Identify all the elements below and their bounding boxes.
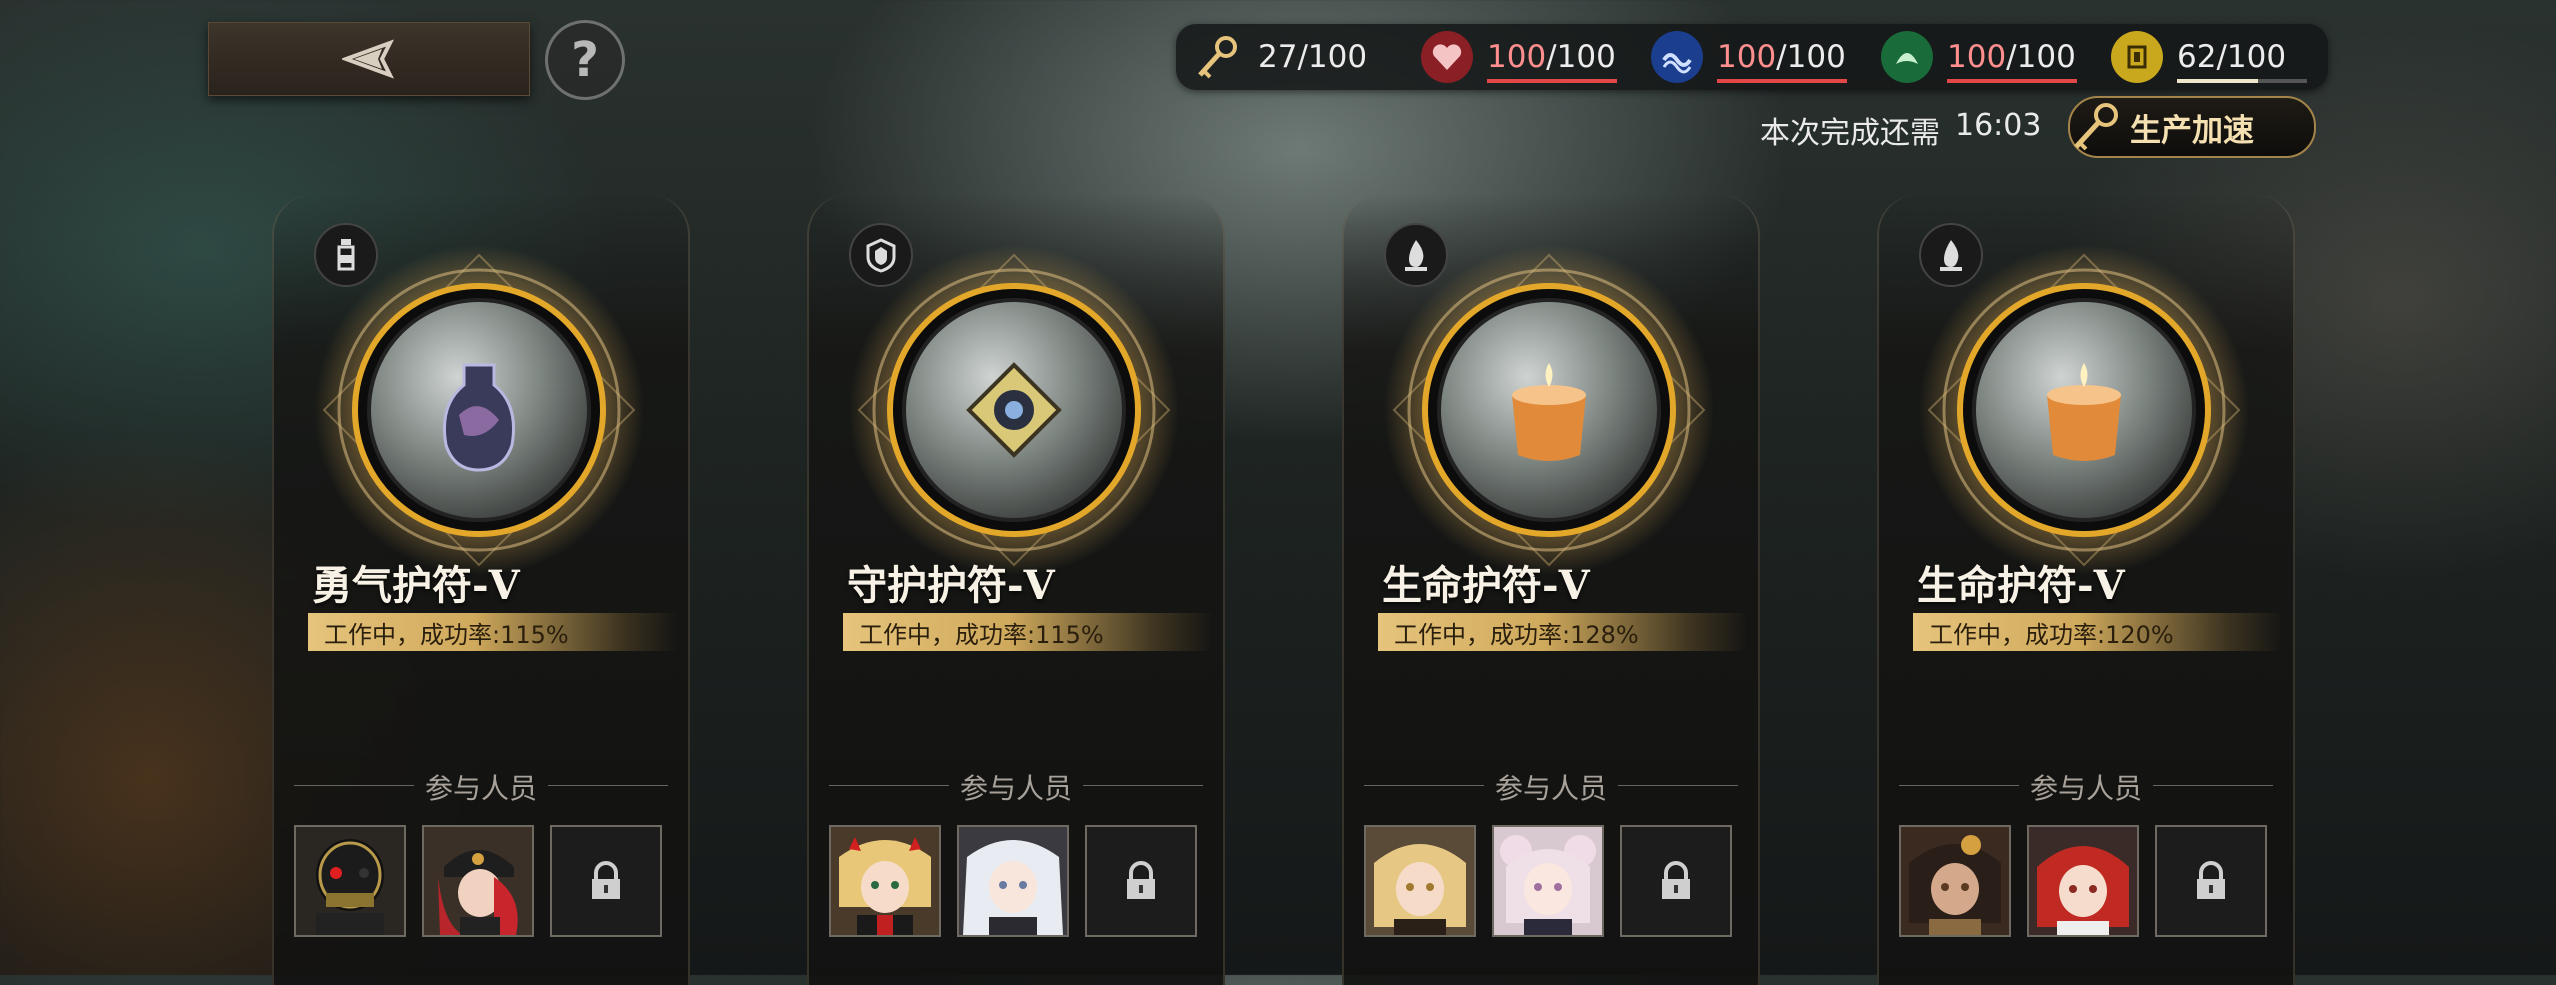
help-button[interactable]: ? <box>545 20 625 100</box>
key-icon <box>1192 31 1244 83</box>
question-icon: ? <box>571 32 599 88</box>
status-bar: 工作中，成功率:115% <box>843 613 1213 651</box>
status-bar: 工作中，成功率:115% <box>308 613 678 651</box>
yellow-current: 62 <box>2177 39 2217 75</box>
yellow-block-icon <box>2111 31 2163 83</box>
resource-yellow: 62/100 <box>2111 24 2307 90</box>
participants-label: 参与人员 <box>1364 767 1738 807</box>
participant-slots <box>1899 825 2267 937</box>
production-card-4[interactable]: 生命护符-Ⅴ 工作中，成功率:120% 参与人员 <box>1877 195 2295 985</box>
lock-icon <box>592 861 620 899</box>
participant-avatar[interactable] <box>422 825 534 937</box>
keys-value: 27/100 <box>1258 39 1368 75</box>
lock-icon <box>1127 861 1155 899</box>
participant-slots <box>294 825 662 937</box>
lock-icon <box>2197 861 2225 899</box>
back-arrow-icon <box>342 39 395 79</box>
production-card-1[interactable]: 勇气护符-Ⅴ 工作中，成功率:115% 参与人员 <box>272 195 690 985</box>
blue-current: 100 <box>1717 39 1777 75</box>
amulet-orb <box>314 245 644 575</box>
resource-blue: 100/100 <box>1651 24 1847 90</box>
card-title: 勇气护符-Ⅴ <box>312 562 520 609</box>
red-heart-icon <box>1421 31 1473 83</box>
card-title: 守护护符-Ⅴ <box>847 562 1055 609</box>
production-card-3[interactable]: 生命护符-Ⅴ 工作中，成功率:128% 参与人员 <box>1342 195 1760 985</box>
key-icon <box>2074 103 2118 151</box>
participant-slots <box>829 825 1197 937</box>
red-progress-bar <box>1487 79 1617 83</box>
finish-time-label: 本次完成还需 <box>1760 116 1940 151</box>
amulet-orb <box>849 245 1179 575</box>
participant-slots <box>1364 825 1732 937</box>
yellow-resource-value: 62/100 <box>2177 39 2307 83</box>
finish-time-value: 16:03 <box>1955 108 2042 143</box>
red-current: 100 <box>1487 39 1547 75</box>
green-max: /100 <box>2006 39 2076 75</box>
resource-red: 100/100 <box>1421 24 1617 90</box>
amulet-orb <box>1919 245 2249 575</box>
production-card-2[interactable]: 守护护符-Ⅴ 工作中，成功率:115% 参与人员 <box>807 195 1225 985</box>
locked-slot[interactable] <box>2155 825 2267 937</box>
blue-resource-value: 100/100 <box>1717 39 1847 83</box>
locked-slot[interactable] <box>550 825 662 937</box>
green-progress-bar <box>1947 79 2077 83</box>
participant-avatar[interactable] <box>1899 825 2011 937</box>
participants-label: 参与人员 <box>829 767 1203 807</box>
locked-slot[interactable] <box>1085 825 1197 937</box>
amulet-orb <box>1384 245 1714 575</box>
red-resource-value: 100/100 <box>1487 39 1617 83</box>
participant-avatar[interactable] <box>1364 825 1476 937</box>
participant-avatar[interactable] <box>829 825 941 937</box>
participants-label: 参与人员 <box>294 767 668 807</box>
back-button[interactable] <box>208 22 530 96</box>
production-speedup-button[interactable]: 生产加速 <box>2068 96 2316 158</box>
red-max: /100 <box>1546 39 1616 75</box>
card-title: 生命护符-Ⅴ <box>1917 562 2125 609</box>
locked-slot[interactable] <box>1620 825 1732 937</box>
participant-avatar[interactable] <box>2027 825 2139 937</box>
status-bar: 工作中，成功率:120% <box>1913 613 2283 651</box>
blue-progress-bar <box>1717 79 1847 83</box>
blue-max: /100 <box>1776 39 1846 75</box>
green-current: 100 <box>1947 39 2007 75</box>
resource-keys: 27/100 <box>1192 24 1367 90</box>
green-resource-value: 100/100 <box>1947 39 2077 83</box>
participants-label: 参与人员 <box>1899 767 2273 807</box>
resource-bar: 27/100 100/100 100/100 100/100 62/100 <box>1176 24 2328 90</box>
participant-avatar[interactable] <box>957 825 1069 937</box>
participant-avatar[interactable] <box>294 825 406 937</box>
yellow-progress-bar <box>2177 79 2307 83</box>
participant-avatar[interactable] <box>1492 825 1604 937</box>
status-bar: 工作中，成功率:128% <box>1378 613 1748 651</box>
lock-icon <box>1662 861 1690 899</box>
blue-wave-icon <box>1651 31 1703 83</box>
yellow-max: /100 <box>2216 39 2287 75</box>
resource-green: 100/100 <box>1881 24 2077 90</box>
speedup-label: 生产加速 <box>2130 112 2254 149</box>
green-leaf-icon <box>1881 31 1933 83</box>
card-title: 生命护符-Ⅴ <box>1382 562 1590 609</box>
